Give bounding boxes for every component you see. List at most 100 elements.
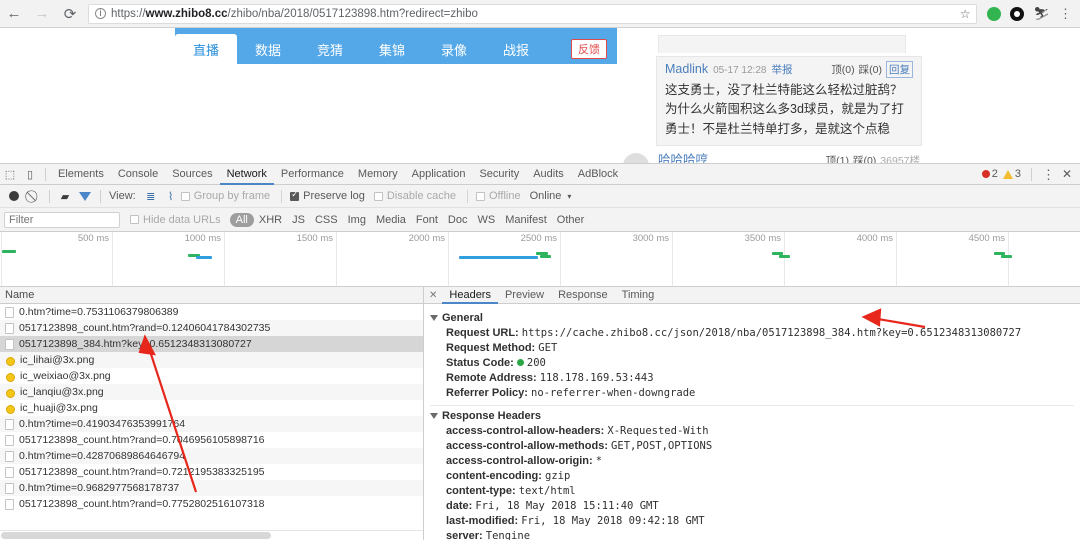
page-viewport: 直播 数据 竞猜 集锦 录像 战报 反馈 Madlink 05-17 12:28… (0, 28, 1080, 163)
filter-funnel-icon[interactable] (75, 186, 95, 207)
preserve-log-checkbox[interactable]: Preserve log (290, 189, 365, 202)
image-icon (5, 355, 15, 366)
table-row[interactable]: 0517123898_count.htm?rand=0.721219538332… (0, 464, 423, 480)
back-icon[interactable]: ← (0, 0, 28, 28)
record-button[interactable] (4, 186, 24, 207)
warning-count-badge[interactable]: 3 (1002, 168, 1021, 180)
capture-screenshots-icon[interactable]: ▰ (55, 186, 75, 207)
tab-elements[interactable]: Elements (51, 164, 111, 185)
network-timeline-overview[interactable]: 500 ms 1000 ms 1500 ms 2000 ms 2500 ms 3… (0, 232, 1080, 287)
filter-type-js[interactable]: JS (287, 214, 310, 226)
site-tab-shuju[interactable]: 数据 (237, 34, 299, 64)
comment-upvote-count[interactable]: 顶(0) (831, 62, 854, 77)
comment-reply-button[interactable]: 回复 (886, 61, 913, 78)
forward-icon[interactable]: → (28, 0, 56, 28)
table-row[interactable]: ic_lanqiu@3x.png (0, 384, 423, 400)
offline-checkbox[interactable]: Offline (475, 190, 521, 202)
filter-type-manifest[interactable]: Manifest (500, 214, 552, 226)
comment-username[interactable]: 哈哈哈哼 (658, 149, 708, 163)
site-info-icon[interactable]: i (95, 8, 106, 19)
section-general[interactable]: General (430, 312, 1080, 324)
device-toolbar-icon[interactable]: ▯ (20, 164, 40, 185)
site-nav-tabs: 直播 数据 竞猜 集锦 录像 战报 反馈 (175, 28, 617, 64)
requests-list[interactable]: 0.htm?time=0.7531106379806389 0517123898… (0, 304, 423, 530)
scrollbar-thumb[interactable] (1, 532, 271, 539)
site-tab-jijin[interactable]: 集锦 (361, 34, 423, 64)
error-count-badge[interactable]: 2 (981, 168, 998, 180)
table-row[interactable]: 0517123898_count.htm?rand=0.124060417843… (0, 320, 423, 336)
horizontal-scrollbar[interactable] (0, 530, 423, 540)
filter-type-all[interactable]: All (229, 212, 254, 227)
table-row[interactable]: ic_huaji@3x.png (0, 400, 423, 416)
bookmark-star-icon[interactable]: ☆ (952, 7, 971, 21)
table-row[interactable]: 0.htm?time=0.41903476353991764 (0, 416, 423, 432)
hide-data-urls-checkbox[interactable]: Hide data URLs (130, 214, 221, 226)
filter-type-xhr[interactable]: XHR (254, 214, 287, 226)
table-row[interactable]: 0517123898_count.htm?rand=0.704695610589… (0, 432, 423, 448)
clear-button[interactable]: ⃠ (24, 186, 44, 207)
browser-menu-icon[interactable]: ⋮ (1059, 7, 1072, 20)
site-tab-jingcai[interactable]: 竞猜 (299, 34, 361, 64)
table-row[interactable]: 0.htm?time=0.7531106379806389 (0, 304, 423, 320)
tab-sources[interactable]: Sources (165, 164, 219, 185)
detail-tab-timing[interactable]: Timing (615, 287, 662, 304)
filter-input[interactable] (4, 211, 120, 228)
site-tab-luxiang[interactable]: 录像 (423, 34, 485, 64)
black-extension-icon[interactable] (1010, 6, 1025, 21)
timeline-bar (196, 256, 212, 259)
comment-floor-number: 36957楼 (880, 155, 920, 163)
section-response-headers[interactable]: Response Headers (430, 410, 1080, 422)
tab-audits[interactable]: Audits (526, 164, 571, 185)
tab-performance[interactable]: Performance (274, 164, 351, 185)
feedback-button[interactable]: 反馈 (571, 39, 607, 59)
green-extension-icon[interactable] (987, 6, 1002, 21)
close-devtools-icon[interactable]: ✕ (1060, 167, 1074, 181)
devtools-menu-icon[interactable]: ⋮ (1042, 168, 1055, 181)
detail-tab-response[interactable]: Response (551, 287, 615, 304)
table-row[interactable]: ic_lihai@3x.png (0, 352, 423, 368)
comment-username[interactable]: Madlink (665, 62, 708, 76)
comment-report-link[interactable]: 举报 (771, 62, 792, 77)
throttling-select[interactable]: Online ▾ (530, 190, 572, 202)
filter-type-css[interactable]: CSS (310, 214, 343, 226)
close-detail-icon[interactable]: ✕ (427, 290, 442, 301)
table-row[interactable]: 0.htm?time=0.9682977568178737 (0, 480, 423, 496)
filter-type-other[interactable]: Other (552, 214, 590, 226)
tab-network[interactable]: Network (220, 164, 274, 185)
filter-type-img[interactable]: Img (343, 214, 371, 226)
avatar[interactable] (623, 153, 649, 163)
filter-type-font[interactable]: Font (411, 214, 443, 226)
skier-extension-icon[interactable]: ⛷ (1033, 7, 1050, 20)
group-by-frame-checkbox[interactable]: Group by frame (180, 190, 270, 202)
view-waterfall-icon[interactable]: ⌇ (161, 186, 181, 207)
detail-tab-preview[interactable]: Preview (498, 287, 551, 304)
browser-toolbar: ← → ⟳ i https://www.zhibo8.cc/zhibo/nba/… (0, 0, 1080, 28)
inspect-element-icon[interactable]: ⬚ (0, 164, 20, 185)
timeline-bar (1001, 255, 1012, 258)
filter-type-media[interactable]: Media (371, 214, 411, 226)
filter-type-ws[interactable]: WS (472, 214, 500, 226)
tab-memory[interactable]: Memory (351, 164, 405, 185)
table-row[interactable]: 0.htm?time=0.42870689864646794 (0, 448, 423, 464)
tab-console[interactable]: Console (111, 164, 165, 185)
column-header-name[interactable]: Name (0, 287, 423, 304)
tab-adblock[interactable]: AdBlock (571, 164, 625, 185)
reload-icon[interactable]: ⟳ (56, 0, 84, 28)
comment-partial-stub (658, 35, 906, 53)
address-bar[interactable]: i https://www.zhibo8.cc/zhibo/nba/2018/0… (88, 3, 978, 24)
detail-tab-headers[interactable]: Headers (442, 287, 498, 304)
disable-cache-checkbox[interactable]: Disable cache (373, 190, 456, 202)
view-list-icon[interactable]: ≣ (141, 186, 161, 207)
filter-type-doc[interactable]: Doc (443, 214, 473, 226)
table-row-selected[interactable]: 0517123898_384.htm?key=0.651234831308072… (0, 336, 423, 352)
comment-downvote-count[interactable]: 踩(0) (859, 62, 882, 77)
site-tab-zhanbao[interactable]: 战报 (485, 34, 547, 64)
table-row[interactable]: ic_weixiao@3x.png (0, 368, 423, 384)
table-row[interactable]: 0517123898_count.htm?rand=0.775280251610… (0, 496, 423, 512)
comment-downvote-count[interactable]: 踩(0) (853, 153, 876, 163)
comment-upvote-count[interactable]: 顶(1) (826, 153, 849, 163)
request-name: 0.htm?time=0.42870689864646794 (19, 450, 186, 462)
tab-application[interactable]: Application (405, 164, 473, 185)
tab-security[interactable]: Security (472, 164, 526, 185)
site-tab-zhibo[interactable]: 直播 (175, 34, 237, 64)
